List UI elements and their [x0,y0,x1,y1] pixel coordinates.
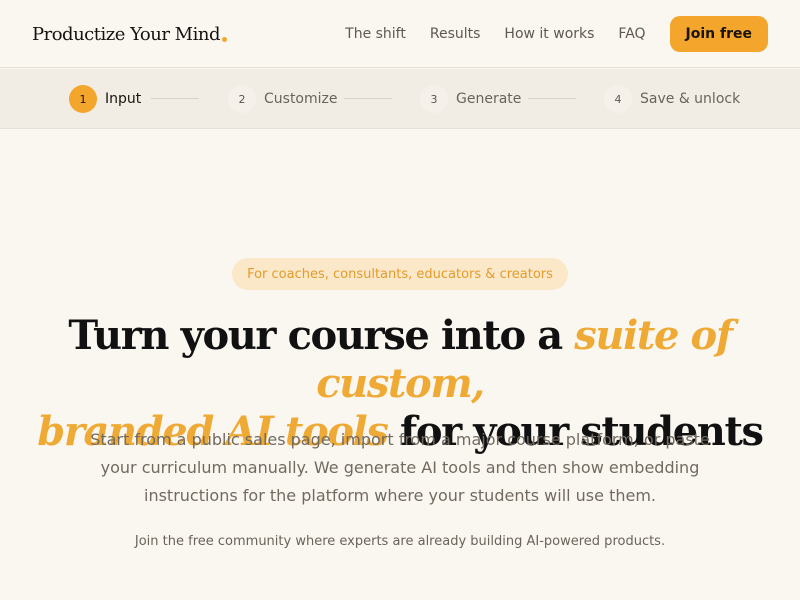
step-customize[interactable]: 2 Customize [228,85,338,113]
brand-dot-icon [221,36,227,42]
step-number: 3 [420,85,448,113]
brand-name: Productize Your Mind [32,23,220,45]
headline-text: Turn your course into a [68,312,575,359]
step-number: 2 [228,85,256,113]
description-line: instructions for the platform where your… [144,486,656,505]
step-connector [151,98,199,99]
join-free-button[interactable]: Join free [669,16,768,52]
nav-link-faq[interactable]: FAQ [618,26,645,42]
step-number: 1 [69,85,97,113]
step-generate[interactable]: 3 Generate [420,85,521,113]
step-number: 4 [604,85,632,113]
step-label: Customize [264,91,338,107]
step-label: Input [105,91,142,107]
community-note: Join the free community where experts ar… [134,534,666,549]
audience-badge: For coaches, consultants, educators & cr… [232,258,568,290]
nav-link-how-it-works[interactable]: How it works [504,26,594,42]
step-input[interactable]: 1 Input [69,85,141,113]
step-label: Save & unlock [640,91,741,107]
nav-link-results[interactable]: Results [430,26,481,42]
hero-description: Start from a public sales page, import f… [70,426,730,510]
progress-steps: 1 Input 2 Customize 3 Generate 4 Save & … [0,69,800,129]
nav-link-the-shift[interactable]: The shift [345,26,406,42]
step-label: Generate [456,91,522,107]
step-save-unlock[interactable]: 4 Save & unlock [604,85,740,113]
description-line: your curriculum manually. We generate AI… [100,458,700,477]
description-line: Start from a public sales page, import f… [90,430,710,449]
top-nav-bar: Productize Your Mind The shift Results H… [0,0,800,68]
brand-logo[interactable]: Productize Your Mind [32,20,227,48]
step-connector [344,98,392,99]
step-connector [528,98,576,99]
main-nav: The shift Results How it works FAQ Join … [345,16,768,52]
